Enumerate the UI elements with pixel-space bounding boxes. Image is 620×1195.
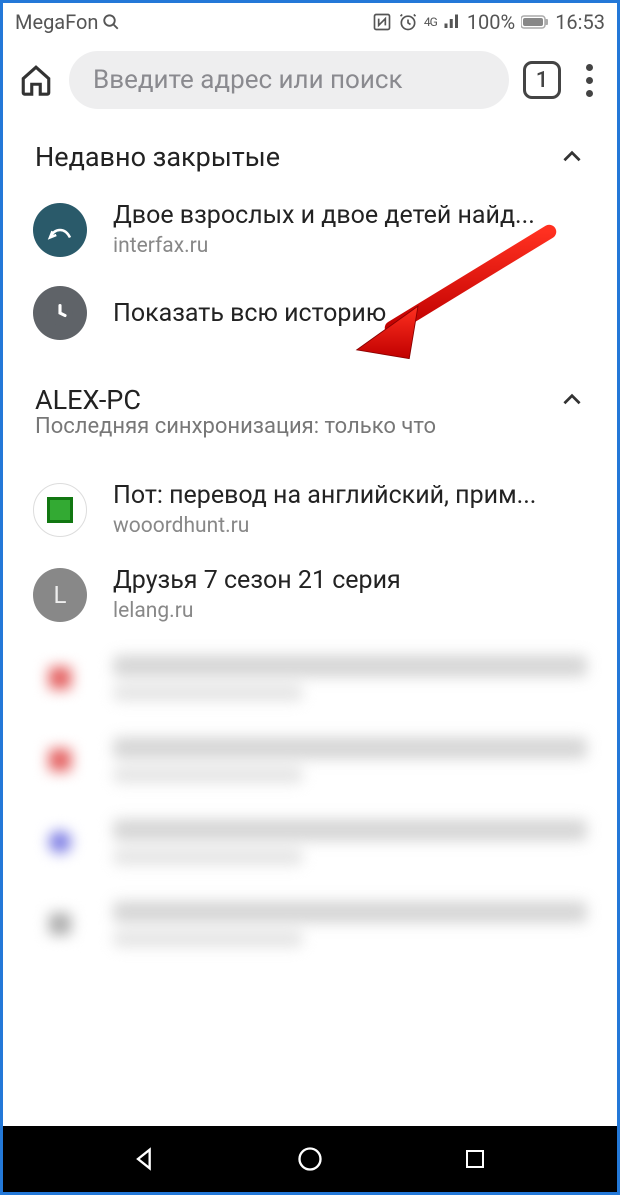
chevron-up-icon xyxy=(559,387,585,413)
item-title: Пот: перевод на английский, прим... xyxy=(113,481,587,510)
favicon-interfax xyxy=(33,203,87,257)
history-item[interactable]: Двое взрослых и двое детей найд... inter… xyxy=(3,187,617,272)
favicon-blur xyxy=(33,815,87,869)
tab-count: 1 xyxy=(536,68,549,93)
item-domain: interfax.ru xyxy=(113,234,587,258)
signal-icon xyxy=(443,13,461,31)
browser-toolbar: Введите адрес или поиск 1 xyxy=(3,41,617,123)
address-bar[interactable]: Введите адрес или поиск xyxy=(69,51,509,109)
favicon-lelang: L xyxy=(33,568,87,622)
alarm-icon xyxy=(398,12,418,32)
android-navbar xyxy=(3,1126,617,1192)
chevron-up-icon xyxy=(559,144,585,170)
home-icon xyxy=(19,63,53,97)
section-title: ALEX-PC xyxy=(35,384,141,416)
nav-recent-button[interactable] xyxy=(455,1139,495,1179)
show-all-label: Показать всю историю xyxy=(113,299,587,328)
menu-button[interactable] xyxy=(575,61,603,99)
synced-item[interactable]: Пот: перевод на английский, прим... wooo… xyxy=(3,467,617,552)
favicon-blur xyxy=(33,897,87,951)
section-title: Недавно закрытые xyxy=(35,141,280,173)
circle-icon xyxy=(296,1145,324,1173)
favicon-blur xyxy=(33,733,87,787)
carrier-label: MegaFon xyxy=(15,10,98,34)
item-title: Друзья 7 сезон 21 серия xyxy=(113,566,587,595)
nfc-icon xyxy=(372,12,392,32)
sync-subtitle: Последняя синхронизация: только что xyxy=(3,414,617,445)
battery-icon xyxy=(521,15,549,29)
omnibox-placeholder: Введите адрес или поиск xyxy=(93,65,403,95)
item-domain: lelang.ru xyxy=(113,599,587,623)
synced-item-blurred[interactable]: Редактировать запись — Компьютерexample xyxy=(3,637,617,719)
menu-dot-icon xyxy=(586,64,593,71)
status-bar: MegaFon 4G 100% 16:53 xyxy=(3,3,617,41)
favicon-wooordhunt xyxy=(33,483,87,537)
item-title: Двое взрослых и двое детей найд... xyxy=(113,201,587,230)
menu-dot-icon xyxy=(586,90,593,97)
home-button[interactable] xyxy=(17,61,55,99)
search-icon xyxy=(102,13,120,31)
time-label: 16:53 xyxy=(555,10,605,34)
favicon-blur xyxy=(33,651,87,705)
battery-label: 100% xyxy=(467,10,515,34)
nav-back-button[interactable] xyxy=(125,1139,165,1179)
section-recent-header[interactable]: Недавно закрытые xyxy=(3,123,617,187)
signal-label: 4G xyxy=(424,15,437,29)
synced-item-blurred[interactable]: DATA RU Linecoin — Торговляexample xyxy=(3,801,617,883)
show-full-history[interactable]: Показать всю историю xyxy=(3,272,617,354)
synced-item-blurred[interactable]: История посещений в браузере наexample xyxy=(3,719,617,801)
menu-dot-icon xyxy=(586,77,593,84)
square-icon xyxy=(463,1147,487,1171)
synced-item[interactable]: L Друзья 7 сезон 21 серия lelang.ru xyxy=(3,552,617,637)
clock-icon xyxy=(33,286,87,340)
nav-home-button[interactable] xyxy=(290,1139,330,1179)
back-icon xyxy=(131,1145,159,1173)
section-synced-header[interactable]: ALEX-PC xyxy=(3,354,617,422)
tabs-button[interactable]: 1 xyxy=(523,61,561,99)
item-domain: wooordhunt.ru xyxy=(113,514,587,538)
synced-item-blurred[interactable]: BTCUSD 3870 A -0.92% — Bas naexample xyxy=(3,883,617,965)
